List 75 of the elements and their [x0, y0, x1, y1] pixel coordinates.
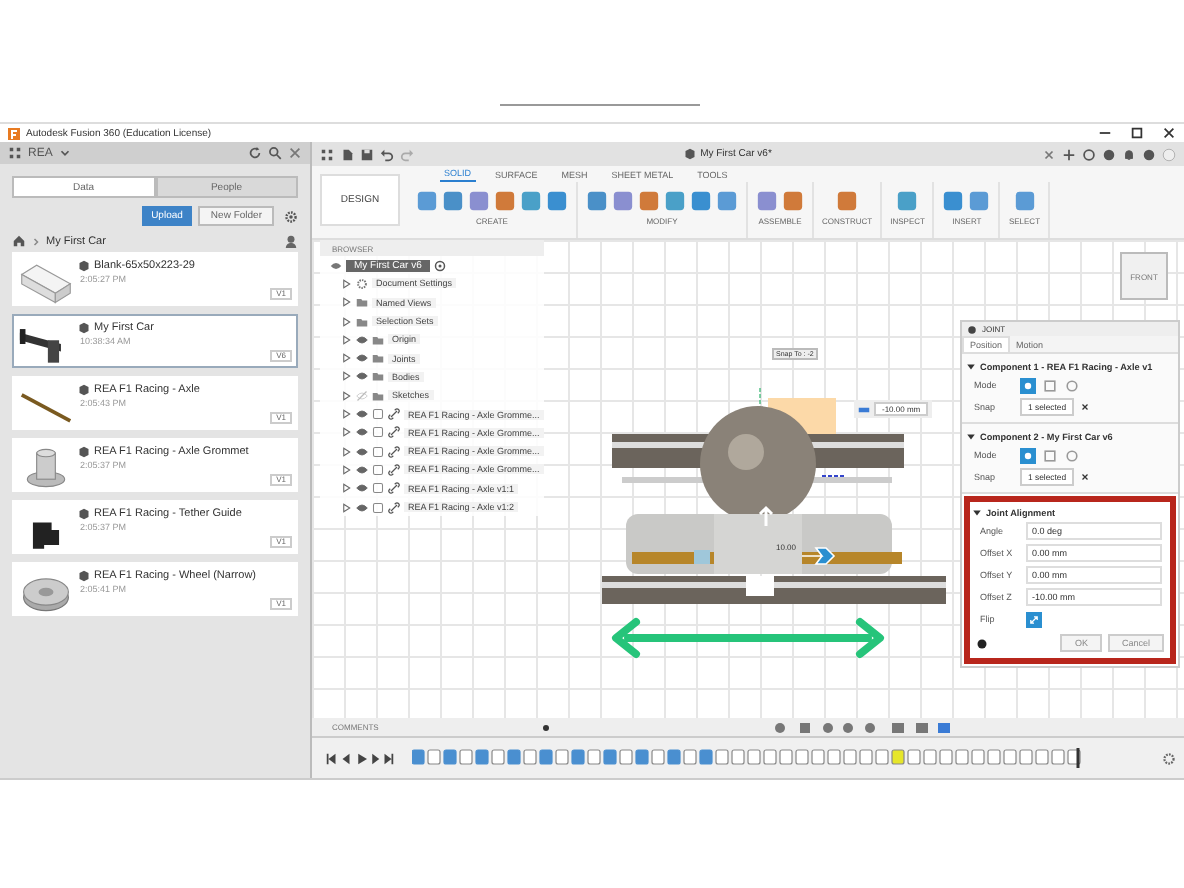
collapse-icon[interactable] [972, 507, 982, 517]
tool-icon[interactable] [716, 189, 738, 211]
ruler-icon[interactable] [858, 403, 870, 415]
dot-icon[interactable] [540, 721, 552, 733]
home-icon[interactable] [12, 234, 26, 248]
tool-icon[interactable] [416, 189, 438, 211]
timeline-drawing[interactable] [412, 748, 1084, 768]
tool-icon[interactable] [664, 189, 686, 211]
clear-icon[interactable] [1080, 472, 1091, 482]
tool-icon[interactable] [942, 189, 965, 211]
eye-icon[interactable] [356, 501, 368, 513]
save-icon[interactable] [360, 147, 374, 161]
maximize-icon[interactable] [1130, 126, 1144, 140]
part-icon [78, 446, 90, 458]
file-icon[interactable] [340, 147, 354, 161]
eye-icon[interactable] [356, 333, 368, 346]
part-icon [684, 148, 697, 160]
refresh-icon[interactable] [248, 146, 262, 160]
part-icon [78, 322, 90, 334]
part-icon [78, 570, 90, 582]
eye-icon[interactable] [356, 426, 368, 439]
eye-icon[interactable] [356, 463, 368, 476]
tool-icon[interactable] [442, 189, 464, 211]
tool-icon[interactable] [546, 189, 568, 211]
flip-button[interactable] [1026, 611, 1042, 627]
eye-icon[interactable] [356, 482, 368, 495]
target-icon[interactable] [433, 259, 446, 272]
tool-icon[interactable] [782, 189, 804, 211]
eye-icon[interactable] [330, 259, 342, 272]
tool-icon[interactable] [896, 189, 919, 211]
navigation-toolbar-drawing[interactable] [772, 719, 952, 735]
part-icon [78, 508, 90, 520]
grid-icon[interactable] [8, 146, 22, 160]
tool-icon[interactable] [494, 189, 516, 211]
link-icon [388, 426, 400, 439]
tool-icon[interactable] [520, 189, 542, 211]
eye-icon[interactable] [356, 445, 368, 458]
link-icon [388, 408, 400, 421]
mode-icon[interactable] [1020, 447, 1036, 463]
design-canvas[interactable] [312, 240, 1184, 718]
collapse-icon[interactable] [966, 431, 976, 441]
gear-icon [356, 277, 368, 290]
minimize-icon[interactable] [1098, 126, 1112, 140]
tool-icon[interactable] [586, 189, 608, 211]
eye-icon[interactable] [356, 408, 368, 421]
mode-icon[interactable] [1020, 377, 1036, 393]
caret-icon[interactable] [58, 146, 73, 160]
tool-icon[interactable] [638, 189, 660, 211]
grid-icon[interactable] [320, 147, 334, 161]
tool-icon[interactable] [468, 189, 490, 211]
part-icon [78, 260, 90, 272]
tool-icon[interactable] [836, 189, 859, 211]
collapse-icon[interactable] [966, 361, 976, 371]
tool-icon[interactable] [690, 189, 712, 211]
bell-icon[interactable] [1122, 147, 1136, 161]
link-icon [388, 501, 400, 513]
part-icon [78, 384, 90, 396]
people-icon[interactable] [284, 234, 298, 248]
tool-icon[interactable] [612, 189, 634, 211]
settings-icon[interactable] [284, 209, 298, 223]
tool-icon[interactable] [968, 189, 991, 211]
tool-icon[interactable] [1013, 189, 1036, 211]
search-icon[interactable] [268, 146, 282, 160]
clear-icon[interactable] [1080, 402, 1091, 412]
link-icon [388, 482, 400, 495]
plus-icon[interactable] [1062, 147, 1076, 161]
link-icon [388, 445, 400, 458]
chevron-icon [30, 235, 42, 247]
link-icon [388, 463, 400, 476]
close-icon[interactable] [1162, 126, 1176, 140]
eye-icon[interactable] [356, 370, 368, 383]
settings-icon[interactable] [1162, 751, 1176, 765]
undo-icon[interactable] [380, 147, 394, 161]
tool-icon[interactable] [756, 189, 778, 211]
eye-icon[interactable] [356, 352, 368, 365]
